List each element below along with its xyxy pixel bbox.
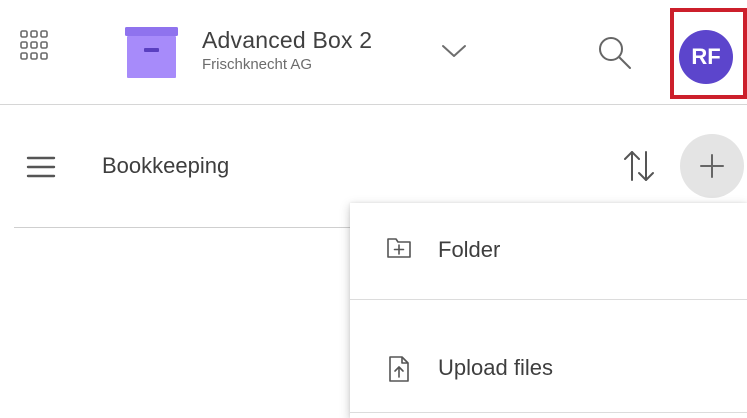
chevron-down-icon[interactable] [441, 43, 467, 59]
apps-grid-icon[interactable] [20, 30, 48, 60]
add-button[interactable] [680, 134, 744, 198]
plus-icon [700, 154, 724, 178]
menu-icon[interactable] [26, 156, 56, 178]
menu-item-folder[interactable]: Folder [350, 203, 747, 299]
add-dropdown-menu: Folder Upload files [350, 203, 747, 418]
menu-item-label: Upload files [438, 355, 553, 380]
search-icon[interactable] [596, 34, 632, 70]
folder-plus-icon [386, 233, 412, 261]
menu-divider [350, 412, 747, 413]
archive-box-icon [125, 27, 178, 78]
company-name: Frischknecht AG [202, 56, 313, 73]
section-divider [14, 227, 350, 228]
top-bar: Advanced Box 2 Frischknecht AG RF [0, 0, 747, 104]
sort-icon[interactable] [622, 148, 656, 184]
box-title-block[interactable]: Advanced Box 2 Frischknecht AG [202, 25, 372, 74]
app-window: Advanced Box 2 Frischknecht AG RF Bookke… [0, 0, 747, 418]
file-upload-icon [386, 355, 412, 383]
section-title: Bookkeeping [102, 153, 230, 178]
box-title: Advanced Box 2 [202, 27, 373, 53]
avatar[interactable]: RF [679, 30, 733, 84]
menu-item-upload-files[interactable]: Upload files [350, 300, 747, 396]
menu-item-label: Folder [438, 237, 501, 262]
